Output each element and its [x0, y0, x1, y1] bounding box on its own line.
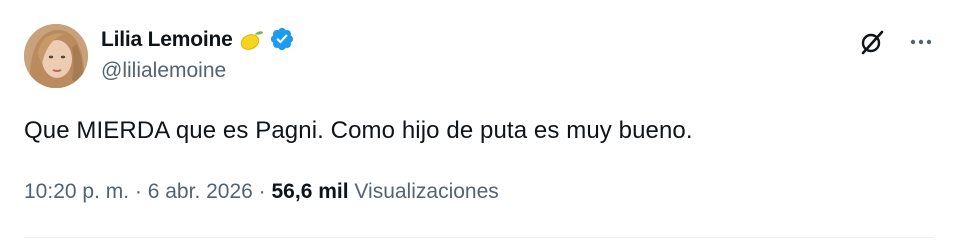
tweet-time[interactable]: 10:20 p. m.	[24, 180, 129, 204]
tweet-top-actions	[858, 28, 934, 56]
tweet-meta: 10:20 p. m. · 6 abr. 2026 · 56,6 mil Vis…	[24, 180, 499, 204]
meta-separator: ·	[252, 180, 272, 203]
more-options-icon[interactable]	[908, 29, 934, 55]
views-label[interactable]: Visualizaciones	[354, 180, 498, 204]
verified-badge-icon[interactable]	[269, 26, 297, 54]
meta-separator: ·	[129, 180, 148, 203]
tweet-card: Lilia Lemoine @lilialemoine Que MIERDA q…	[0, 0, 960, 241]
author-name-row: Lilia Lemoine	[101, 26, 297, 54]
lemon-icon	[237, 26, 265, 54]
author-handle[interactable]: @lilialemoine	[101, 59, 226, 83]
divider	[24, 237, 934, 238]
tweet-text: Que MIERDA que es Pagni. Como hijo de pu…	[24, 117, 693, 144]
views-count[interactable]: 56,6 mil	[272, 180, 349, 204]
tweet-date[interactable]: 6 abr. 2026	[148, 180, 253, 204]
avatar[interactable]	[24, 24, 88, 88]
author-display-name[interactable]: Lilia Lemoine	[101, 28, 233, 52]
grok-icon[interactable]	[858, 28, 886, 56]
